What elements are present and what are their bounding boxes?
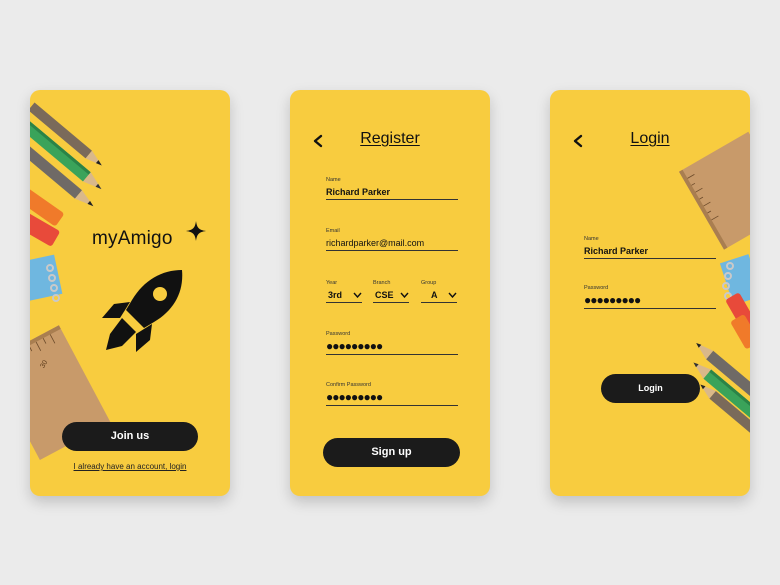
- name-field[interactable]: Name Richard Parker: [326, 177, 458, 200]
- email-label: Email: [326, 228, 340, 234]
- join-us-button[interactable]: Join us: [62, 422, 198, 451]
- register-screen: Register Name Richard Parker Email richa…: [290, 90, 490, 496]
- rocket-icon: [102, 270, 183, 352]
- name-field[interactable]: Name Richard Parker: [584, 236, 716, 259]
- name-input[interactable]: Richard Parker: [584, 246, 716, 259]
- password-input[interactable]: ●●●●●●●●●: [326, 340, 458, 355]
- year-value: 3rd: [328, 290, 343, 300]
- group-label: Group: [421, 280, 437, 286]
- year-select[interactable]: Year 3rd: [326, 280, 362, 303]
- email-input[interactable]: richardparker@mail.com: [326, 238, 458, 251]
- year-label: Year: [326, 280, 338, 286]
- branch-label: Branch: [373, 280, 391, 286]
- sparkle-icon: [186, 221, 206, 241]
- branch-value-row: CSE: [373, 290, 409, 303]
- chevron-down-icon[interactable]: [448, 292, 457, 298]
- name-input[interactable]: Richard Parker: [326, 187, 458, 200]
- app-title: myAmigo: [92, 228, 173, 249]
- page-title: Login: [630, 130, 670, 147]
- confirm-password-input[interactable]: ●●●●●●●●●: [326, 391, 458, 406]
- branch-value: CSE: [375, 290, 394, 300]
- chevron-down-icon[interactable]: [400, 292, 409, 298]
- name-label: Name: [584, 236, 599, 242]
- login-button[interactable]: Login: [601, 374, 700, 403]
- password-label: Password: [584, 285, 609, 291]
- confirm-password-field[interactable]: Confirm Password ●●●●●●●●●: [326, 382, 458, 406]
- page-title: Register: [360, 130, 420, 147]
- group-value-row: A: [421, 290, 457, 303]
- password-field[interactable]: Password ●●●●●●●●●: [326, 331, 458, 355]
- chevron-down-icon[interactable]: [353, 292, 362, 298]
- password-label: Password: [326, 331, 351, 337]
- welcome-screen: 30 myAmigo Join us I already have an acc…: [30, 90, 230, 496]
- group-value: A: [431, 290, 438, 300]
- year-value-row: 3rd: [326, 290, 362, 303]
- sign-up-button[interactable]: Sign up: [323, 438, 460, 467]
- branch-select[interactable]: Branch CSE: [373, 280, 409, 303]
- password-field[interactable]: Password ●●●●●●●●●: [584, 285, 716, 309]
- group-select[interactable]: Group A: [421, 280, 457, 303]
- name-label: Name: [326, 177, 341, 183]
- already-have-account-link[interactable]: I already have an account, login: [30, 462, 230, 471]
- email-field[interactable]: Email richardparker@mail.com: [326, 228, 458, 251]
- password-input[interactable]: ●●●●●●●●●: [584, 294, 716, 309]
- confirm-password-label: Confirm Password: [326, 382, 371, 388]
- login-screen: Login Name Richard Parker Password ●●●●●…: [550, 90, 750, 496]
